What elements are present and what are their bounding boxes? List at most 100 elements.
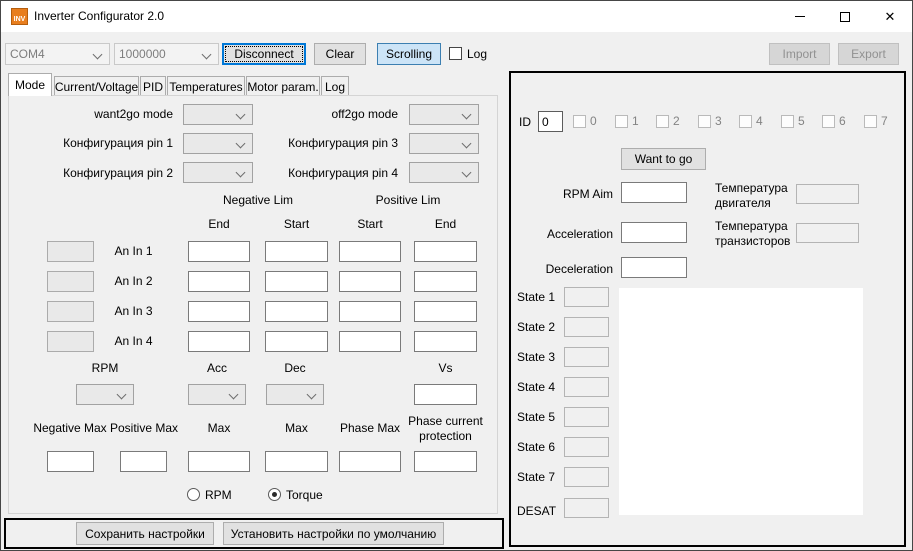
an-in-4-label: An In 4 [101, 334, 166, 349]
state-5-label: State 5 [517, 410, 555, 425]
torque-radio[interactable] [268, 488, 281, 501]
settings-actions-bar: Сохранить настройки Установить настройки… [4, 518, 504, 549]
acceleration-label: Acceleration [511, 227, 613, 242]
node-4-checkbox[interactable] [739, 115, 752, 128]
an-in-4-value-display [47, 331, 94, 352]
an-in-1-pos-end-input[interactable] [414, 241, 477, 262]
state-2-label: State 2 [517, 320, 555, 335]
dec-source-select[interactable] [266, 384, 324, 405]
config-pin4-select[interactable] [409, 162, 479, 183]
id-input[interactable] [538, 111, 563, 132]
an-in-3-label: An In 3 [101, 304, 166, 319]
state-7-label: State 7 [517, 470, 555, 485]
com-port-select[interactable]: COM4 [5, 43, 110, 65]
node-0-checkbox[interactable] [573, 115, 586, 128]
baud-rate-value: 1000000 [119, 47, 166, 61]
config-pin2-select[interactable] [183, 162, 253, 183]
an-in-1-pos-start-input[interactable] [339, 241, 401, 262]
node-1-checkbox[interactable] [615, 115, 628, 128]
want2go-mode-label: want2go mode [41, 107, 173, 122]
vs-header: Vs [414, 361, 477, 376]
an-in-3-pos-start-input[interactable] [339, 301, 401, 322]
config-pin3-label: Конфигурация pin 3 [266, 136, 398, 151]
scrolling-toggle-button[interactable]: Scrolling [377, 43, 441, 65]
an-in-2-label: An In 2 [101, 274, 166, 289]
tab-mode[interactable]: Mode [8, 73, 52, 96]
app-window: INV Inverter Configurator 2.0 ✕ COM4 100… [0, 0, 913, 551]
neg-start-header: Start [265, 217, 328, 232]
phase-max-input[interactable] [339, 451, 401, 472]
tab-pid[interactable]: PID [140, 76, 166, 96]
node-2-label: 2 [673, 114, 680, 129]
close-icon: ✕ [885, 9, 896, 25]
an-in-1-neg-end-input[interactable] [188, 241, 250, 262]
an-in-4-neg-end-input[interactable] [188, 331, 250, 352]
log-checkbox[interactable] [449, 47, 462, 60]
set-default-settings-button[interactable]: Установить настройки по умолчанию [223, 522, 444, 545]
minimize-icon [795, 16, 805, 17]
node-6-checkbox[interactable] [822, 115, 835, 128]
an-in-3-neg-start-input[interactable] [265, 301, 328, 322]
config-pin3-select[interactable] [409, 133, 479, 154]
acc-source-select[interactable] [188, 384, 246, 405]
node-5-checkbox[interactable] [781, 115, 794, 128]
baud-rate-select[interactable]: 1000000 [114, 43, 219, 65]
an-in-4-neg-start-input[interactable] [265, 331, 328, 352]
monitor-panel: ID 0 1 2 3 4 5 6 7 Want to go RPM Aim Те… [509, 71, 906, 547]
an-in-2-neg-start-input[interactable] [265, 271, 328, 292]
save-settings-button[interactable]: Сохранить настройки [76, 522, 214, 545]
an-in-2-neg-end-input[interactable] [188, 271, 250, 292]
state-4-display [564, 377, 609, 397]
disconnect-button[interactable]: Disconnect [222, 43, 306, 65]
node-3-checkbox[interactable] [698, 115, 711, 128]
an-in-2-pos-start-input[interactable] [339, 271, 401, 292]
want-to-go-button[interactable]: Want to go [621, 148, 706, 170]
clear-button[interactable]: Clear [314, 43, 366, 65]
dec-max-input[interactable] [265, 451, 328, 472]
deceleration-input[interactable] [621, 257, 687, 278]
an-in-3-neg-end-input[interactable] [188, 301, 250, 322]
tab-current-voltage[interactable]: Current/Voltage [54, 76, 139, 96]
off2go-mode-select[interactable] [409, 104, 479, 125]
desat-label: DESAT [517, 504, 556, 519]
com-port-value: COM4 [10, 47, 45, 61]
chevron-down-icon [462, 139, 472, 149]
negative-max-input[interactable] [47, 451, 94, 472]
message-listbox[interactable] [619, 288, 863, 515]
tab-temperatures[interactable]: Temperatures [167, 76, 245, 96]
acceleration-input[interactable] [621, 222, 687, 243]
rpm-radio-label: RPM [205, 488, 232, 503]
state-1-label: State 1 [517, 290, 555, 305]
rpm-radio[interactable] [187, 488, 200, 501]
state-6-label: State 6 [517, 440, 555, 455]
vs-input[interactable] [414, 384, 477, 405]
positive-lim-header: Positive Lim [338, 193, 478, 208]
close-button[interactable]: ✕ [867, 1, 913, 32]
want2go-mode-select[interactable] [183, 104, 253, 125]
an-in-2-pos-end-input[interactable] [414, 271, 477, 292]
node-7-checkbox[interactable] [864, 115, 877, 128]
chevron-down-icon [93, 50, 103, 60]
positive-max-input[interactable] [120, 451, 167, 472]
config-pin1-select[interactable] [183, 133, 253, 154]
acc-max-input[interactable] [188, 451, 250, 472]
import-button[interactable]: Import [769, 43, 830, 65]
rpm-aim-input[interactable] [621, 182, 687, 203]
an-in-4-pos-end-input[interactable] [414, 331, 477, 352]
an-in-1-neg-start-input[interactable] [265, 241, 328, 262]
rpm-source-select[interactable] [76, 384, 134, 405]
minimize-button[interactable] [777, 1, 822, 32]
chevron-down-icon [229, 390, 239, 400]
an-in-4-pos-start-input[interactable] [339, 331, 401, 352]
maximize-button[interactable] [822, 1, 867, 32]
tab-log[interactable]: Log [321, 76, 349, 96]
phase-current-protection-input[interactable] [414, 451, 477, 472]
export-button[interactable]: Export [838, 43, 899, 65]
an-in-3-pos-end-input[interactable] [414, 301, 477, 322]
rpm-source-header: RPM [76, 361, 134, 376]
an-in-2-value-display [47, 271, 94, 292]
negative-lim-header: Negative Lim [188, 193, 328, 208]
temp-transistors-display [796, 223, 859, 243]
tab-motor-param[interactable]: Motor param. [246, 76, 320, 96]
node-2-checkbox[interactable] [656, 115, 669, 128]
